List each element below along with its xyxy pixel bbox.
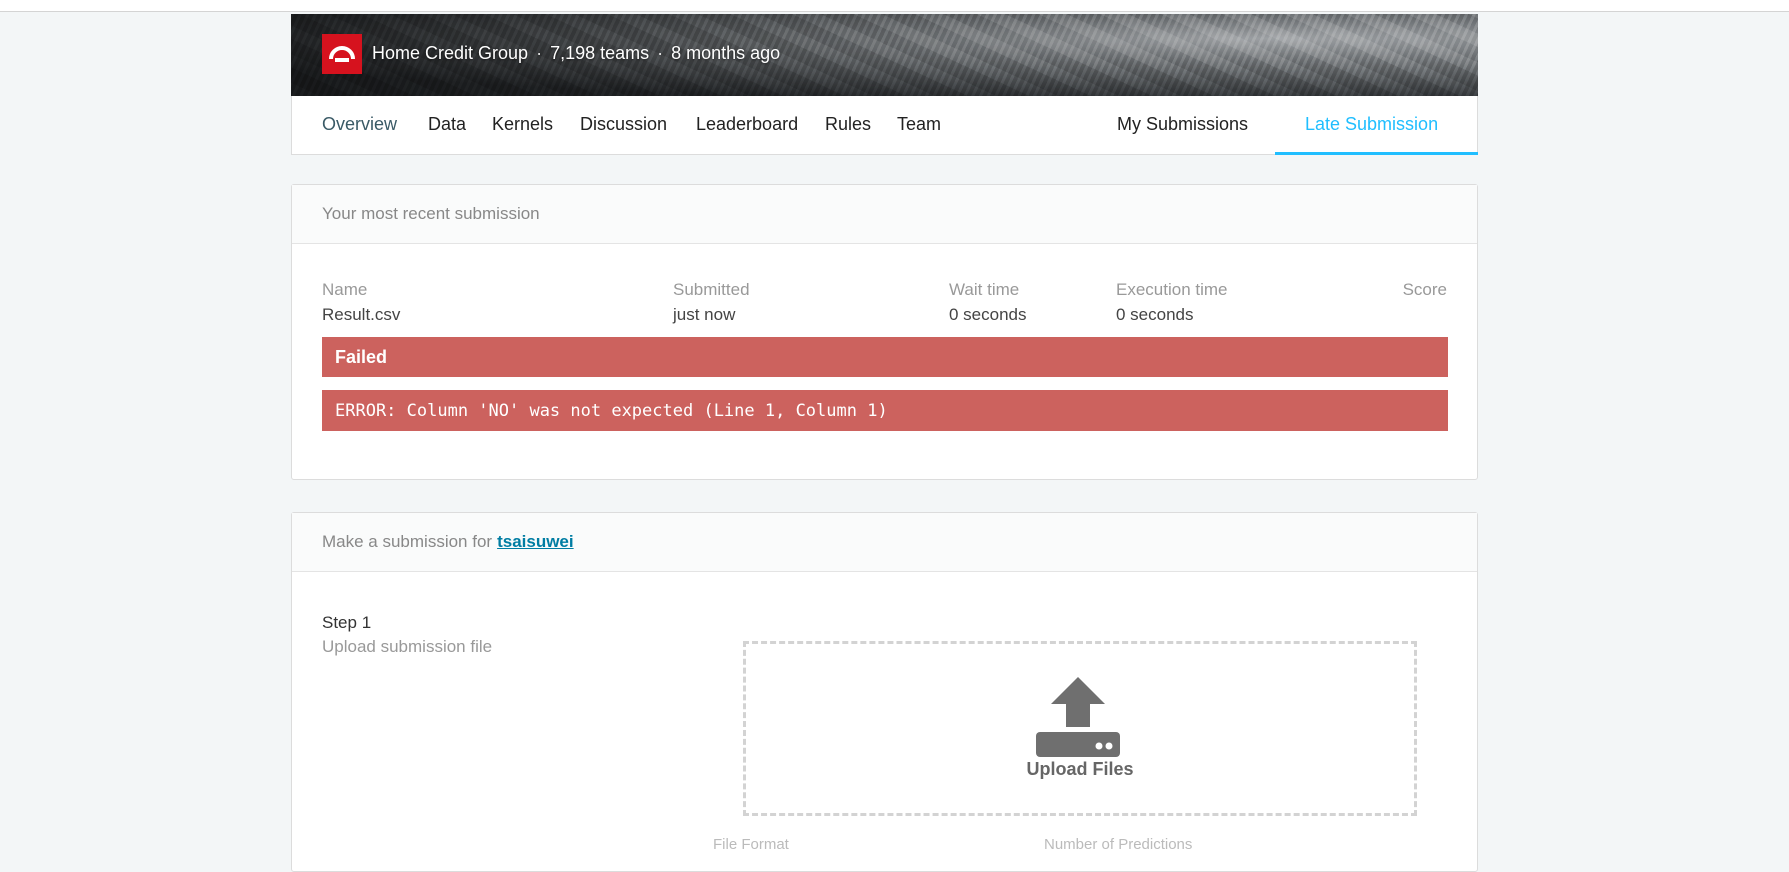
tab-leaderboard[interactable]: Leaderboard: [696, 114, 798, 135]
error-message-banner: ERROR: Column 'NO' was not expected (Lin…: [322, 390, 1448, 431]
step-title: Step 1: [322, 613, 372, 632]
org-name[interactable]: Home Credit Group: [372, 43, 528, 63]
execution-time-value: 0 seconds: [1116, 305, 1194, 324]
wait-time-heading: Wait time: [949, 280, 1020, 299]
wait-time-value: 0 seconds: [949, 305, 1027, 324]
recent-submission-card: Your most recent submission Name Result.…: [291, 184, 1478, 480]
tab-data[interactable]: Data: [428, 114, 466, 135]
home-credit-logo-icon[interactable]: [322, 34, 362, 74]
tab-my-submissions[interactable]: My Submissions: [1117, 114, 1248, 135]
tab-discussion[interactable]: Discussion: [580, 114, 667, 135]
execution-time-column: Execution time 0 seconds: [1116, 280, 1228, 325]
submission-filename: Result.csv: [322, 305, 401, 324]
recent-submission-header: Your most recent submission: [292, 185, 1477, 244]
name-heading: Name: [322, 280, 368, 299]
upload-files-label: Upload Files: [1026, 759, 1134, 779]
team-count: 7,198 teams: [550, 43, 650, 63]
file-format-label: File Format: [713, 836, 789, 853]
active-tab-indicator: [1275, 152, 1478, 155]
submitted-heading: Submitted: [673, 280, 750, 299]
upload-dropzone[interactable]: Upload Files: [743, 641, 1417, 816]
tab-team[interactable]: Team: [897, 114, 941, 135]
make-submission-card: Make a submission for tsaisuwei Step 1 U…: [291, 512, 1478, 872]
tab-overview[interactable]: Overview: [322, 114, 397, 135]
tab-late-submission[interactable]: Late Submission: [1305, 114, 1438, 135]
score-heading: Score: [1402, 280, 1447, 299]
separator-dot: ·: [536, 43, 543, 63]
tab-kernels[interactable]: Kernels: [492, 114, 553, 135]
wait-time-column: Wait time 0 seconds: [949, 280, 1027, 325]
team-user-link[interactable]: tsaisuwei: [497, 532, 574, 552]
separator-dot: ·: [657, 43, 664, 63]
submitted-value: just now: [673, 305, 736, 324]
score-column: Score: [1403, 280, 1447, 305]
execution-time-heading: Execution time: [1116, 280, 1228, 299]
tab-rules[interactable]: Rules: [825, 114, 871, 135]
competition-container: Home Credit Group · 7,198 teams · 8 months a…: [291, 14, 1478, 872]
make-submission-prefix: Make a submission for: [322, 532, 493, 551]
competition-header: Home Credit Group · 7,198 teams · 8 months a…: [291, 14, 1478, 96]
browser-top-line: [0, 0, 1789, 12]
upload-icon: [1036, 677, 1120, 757]
competition-tabs: Overview Data Kernels Discussion Leaderb…: [291, 96, 1478, 155]
competition-meta: Home Credit Group · 7,198 teams · 8 months a…: [372, 43, 780, 64]
name-column: Name Result.csv: [322, 280, 400, 325]
number-of-predictions-label: Number of Predictions: [1044, 836, 1193, 853]
status-failed-banner: Failed: [322, 337, 1448, 377]
competition-age: 8 months ago: [671, 43, 781, 63]
submitted-column: Submitted just now: [673, 280, 750, 325]
make-submission-header: Make a submission for tsaisuwei: [292, 513, 1477, 572]
step-description: Upload submission file: [322, 637, 493, 656]
